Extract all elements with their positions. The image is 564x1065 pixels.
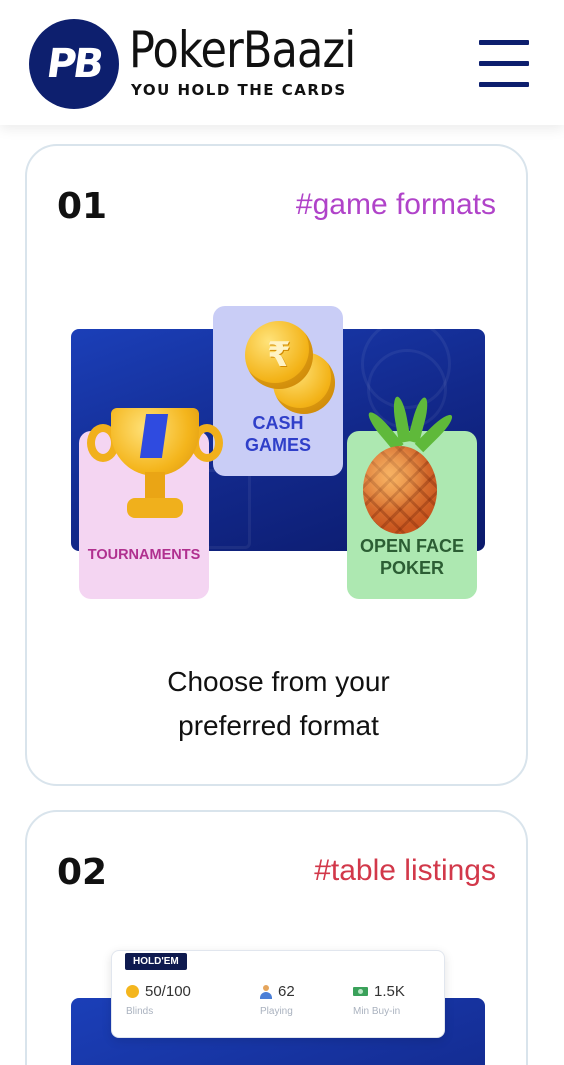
blinds-stat: 50/100 Blinds — [126, 983, 191, 1017]
logo-mark-text: PB — [43, 41, 105, 87]
brand-tagline: YOU HOLD THE CARDS — [131, 81, 347, 99]
brand-name[interactable]: PokerBaazi — [129, 20, 356, 80]
feature-card-table-listings: 02 #table listings HOLD'EM 50/100 Blinds… — [25, 810, 528, 1065]
feature-card-game-formats: 01 #game formats CASH GAMES ₹ TOURNAMENT… — [25, 144, 528, 786]
pokerbaazi-logo-icon[interactable]: PB — [29, 19, 119, 109]
pineapple-icon — [363, 446, 437, 534]
menu-bar — [479, 82, 529, 87]
menu-bar — [479, 61, 529, 66]
trophy-base — [127, 498, 183, 518]
playing-stat: 62 Playing — [260, 983, 295, 1017]
site-header: PB PokerBaazi YOU HOLD THE CARDS — [0, 0, 564, 125]
rupee-coin-icon: ₹ — [245, 321, 313, 389]
trophy-stem — [145, 472, 165, 500]
card-hashtag: #table listings — [314, 854, 496, 887]
cash-icon — [353, 987, 368, 996]
min-buyin-stat: 1.5K Min Buy-in — [353, 983, 405, 1017]
table-listing-card[interactable]: HOLD'EM 50/100 Blinds 62 Playing 1.5K Mi… — [111, 950, 445, 1038]
card-number: 01 — [57, 186, 108, 227]
open-face-poker-label: OPEN FACE POKER — [359, 536, 465, 578]
card-caption: Choose from your preferred format — [167, 666, 390, 741]
tournaments-label: TOURNAMENTS — [87, 547, 201, 563]
game-type-badge: HOLD'EM — [125, 953, 187, 970]
card-number: 02 — [57, 852, 108, 893]
hamburger-menu-icon[interactable] — [479, 40, 529, 88]
user-icon — [260, 984, 272, 999]
menu-bar — [479, 40, 529, 45]
chip-icon — [126, 985, 139, 998]
cash-games-label: CASH GAMES — [244, 413, 311, 455]
card-hashtag: #game formats — [295, 188, 496, 221]
